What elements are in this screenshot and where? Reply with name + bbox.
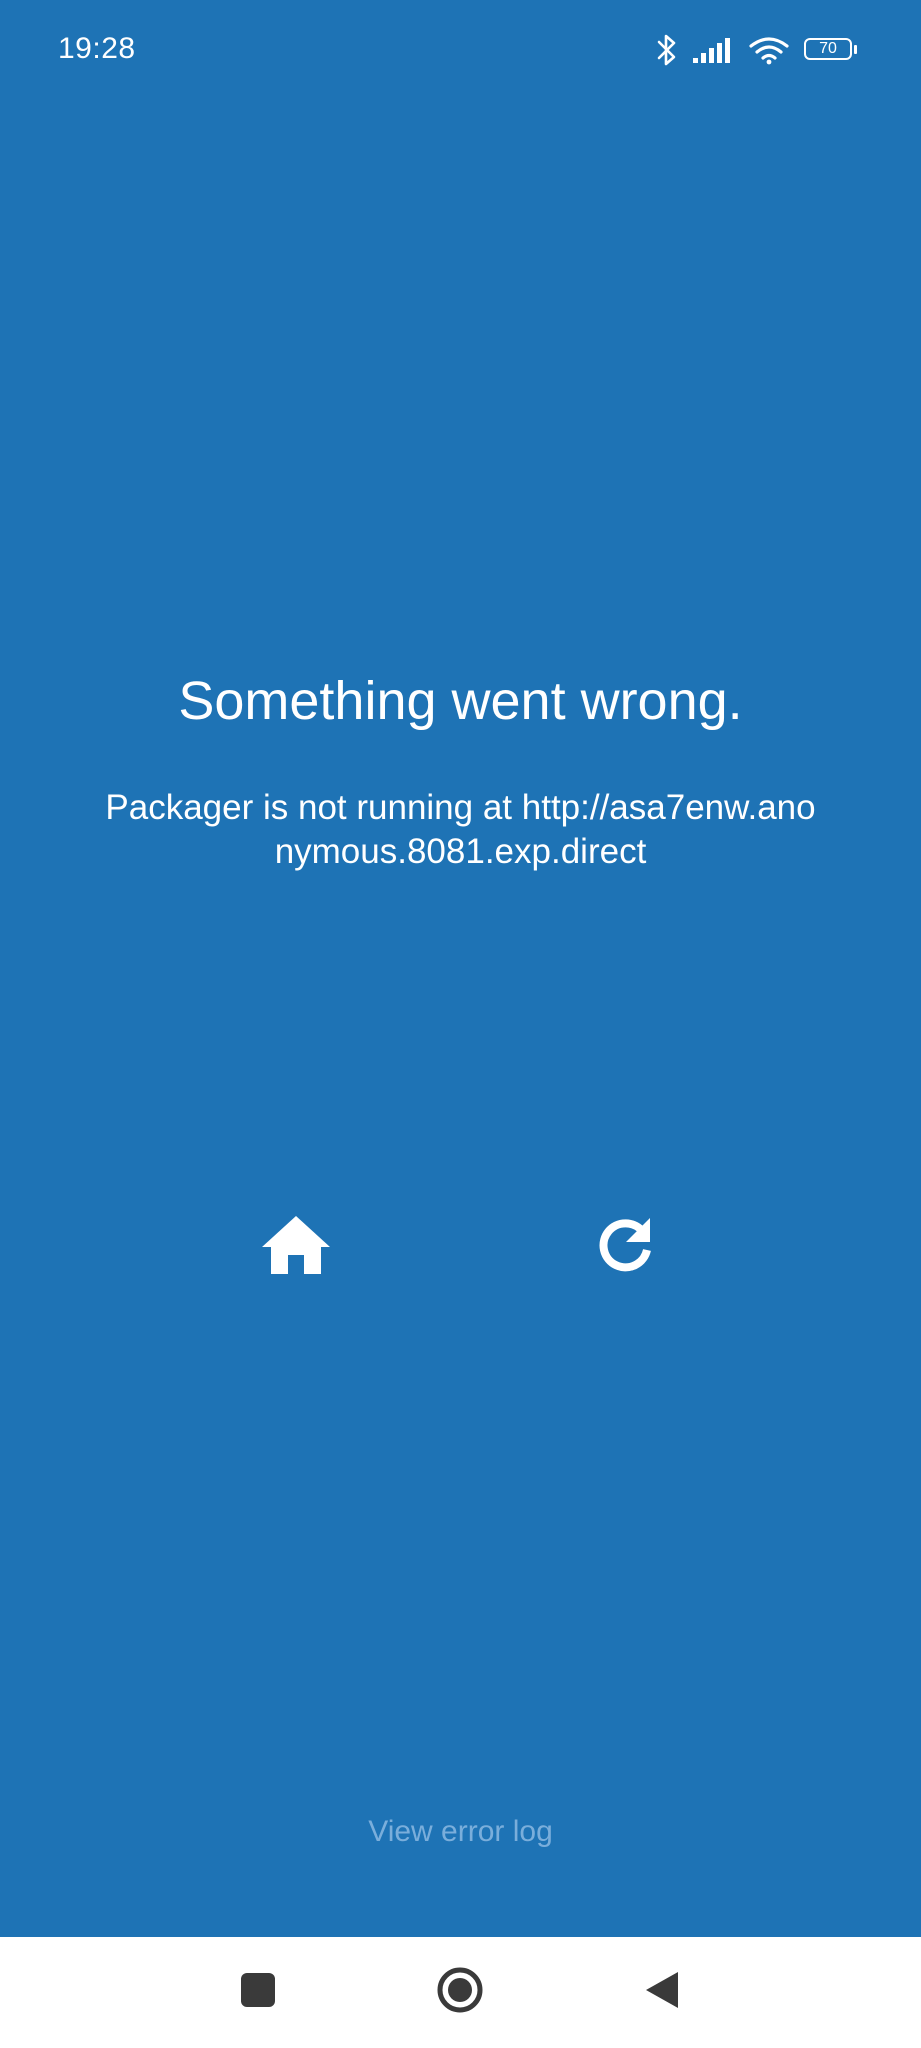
error-screen: 19:28 70 Something went wrong. Packager … [0, 0, 921, 2048]
back-button[interactable] [627, 1957, 697, 2027]
home-button[interactable] [246, 1197, 346, 1297]
status-bar: 19:28 70 [0, 0, 921, 100]
error-message: Packager is not running at http://asa7en… [105, 788, 816, 871]
reload-button[interactable] [575, 1197, 675, 1297]
error-title: Something went wrong. [178, 671, 743, 731]
battery-cap [854, 45, 857, 54]
status-icons: 70 [656, 32, 858, 68]
battery-icon: 70 [804, 38, 858, 62]
triangle-back-icon [644, 1970, 680, 2015]
status-time: 19:28 [58, 32, 136, 65]
wifi-icon [748, 35, 790, 65]
view-error-log-link[interactable]: View error log [0, 1812, 921, 1852]
home-icon [260, 1214, 332, 1281]
reload-icon [594, 1214, 656, 1281]
home-nav-button[interactable] [425, 1957, 495, 2027]
circle-icon [436, 1966, 484, 2019]
navigation-bar [0, 1937, 921, 2048]
square-icon [240, 1972, 276, 2013]
bluetooth-icon [656, 33, 678, 67]
battery-level: 70 [819, 40, 837, 57]
recents-button[interactable] [223, 1957, 293, 2027]
signal-icon [692, 36, 734, 64]
